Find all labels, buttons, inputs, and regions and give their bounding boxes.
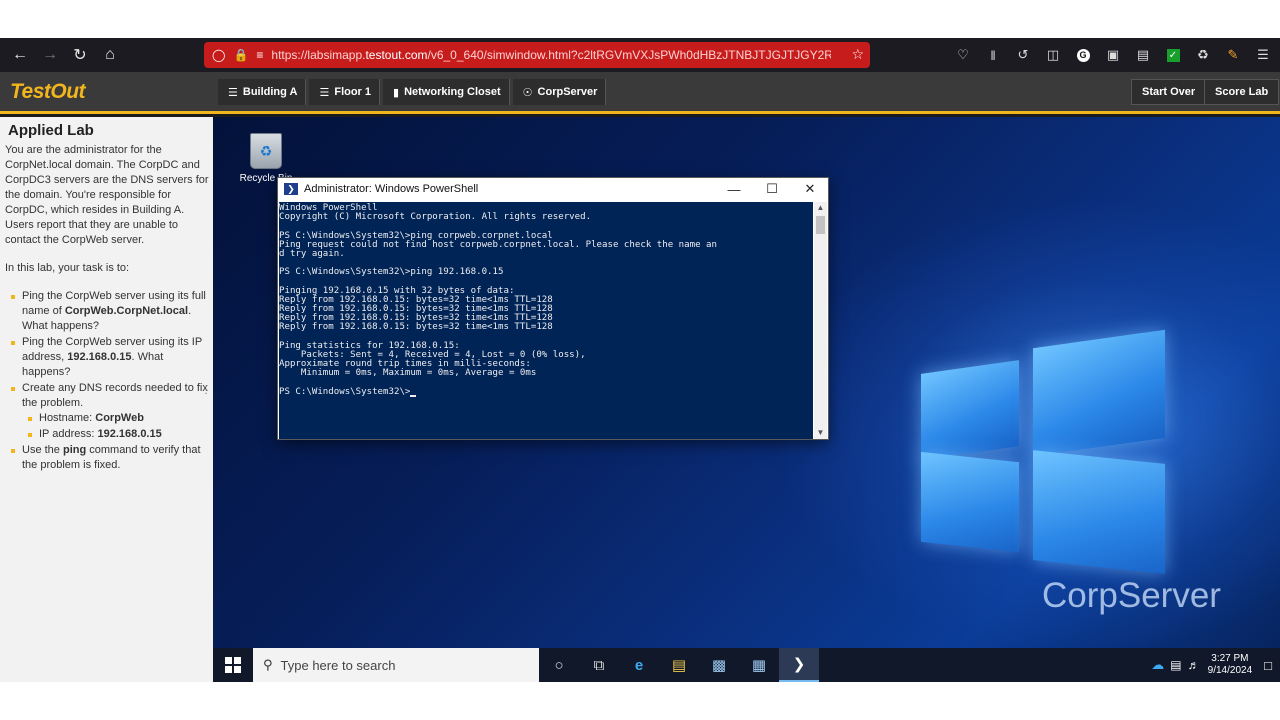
console-line: Ping request could not find host corpweb…: [279, 239, 717, 250]
lab-intro: You are the administrator for the CorpNe…: [5, 144, 209, 246]
tools-icon[interactable]: ▦: [739, 648, 779, 682]
bookmark-star-icon[interactable]: ☆: [851, 46, 864, 63]
url-bar[interactable]: ◯ 🔒 ≡ https://labsimapp.testout.com/v6_0…: [204, 42, 870, 68]
scroll-down-icon[interactable]: ▼: [814, 427, 827, 439]
task-list: Ping the CorpWeb server using its full n…: [5, 289, 209, 473]
console-line: d try again.: [279, 248, 345, 259]
breadcrumb-building-a[interactable]: ☰ Building A: [218, 79, 307, 105]
windows-desktop: CorpServer ♻ Recycle Bin ❯ Administrator…: [213, 117, 1280, 648]
clock-time: 3:27 PM: [1211, 653, 1249, 664]
start-over-button[interactable]: Start Over: [1131, 79, 1207, 105]
tracking-protection-icon[interactable]: ◯: [212, 48, 225, 62]
extensions-icon[interactable]: ♻: [1190, 42, 1216, 68]
powershell-window[interactable]: ❯ Administrator: Windows PowerShell — ☐ …: [277, 177, 829, 440]
system-tray: ☁ ▤ ♬ 3:27 PM 9/14/2024 □: [1151, 648, 1280, 682]
url-text[interactable]: https://labsimapp.testout.com/v6_0_640/s…: [271, 48, 831, 62]
minimize-button[interactable]: —: [715, 178, 753, 200]
task-item: Ping the CorpWeb server using its full n…: [5, 289, 209, 334]
volume-icon[interactable]: ♬: [1188, 658, 1200, 672]
search-icon: ⚲: [263, 657, 273, 672]
extension-g-icon[interactable]: G: [1070, 42, 1096, 68]
reload-icon[interactable]: ↻: [65, 40, 95, 70]
lab-header: TestOut ☰ Building A ☰ Floor 1 ▮ Networking…: [0, 72, 1280, 114]
panel-splitter-handle[interactable]: ⋮: [201, 386, 211, 409]
close-button[interactable]: ✕: [791, 178, 829, 200]
testout-logo: TestOut: [10, 80, 86, 103]
clock[interactable]: 3:27 PM 9/14/2024: [1208, 653, 1253, 677]
maximize-button[interactable]: ☐: [753, 178, 791, 200]
server-icon: ☉: [522, 86, 533, 99]
recycle-bin-icon: ♻: [250, 133, 282, 169]
console-line: Copyright (C) Microsoft Corporation. All…: [279, 212, 592, 223]
forward-icon[interactable]: →: [35, 40, 65, 70]
powershell-console[interactable]: Windows PowerShell Copyright (C) Microsof…: [279, 202, 813, 439]
sub-task-item: Hostname: CorpWeb: [22, 411, 209, 426]
breadcrumb-floor-1[interactable]: ☰ Floor 1: [309, 79, 381, 105]
console-scrollbar[interactable]: ▲ ▼: [814, 202, 827, 439]
powershell-icon: ❯: [284, 183, 298, 195]
breadcrumb-networking-closet[interactable]: ▮ Networking Closet: [383, 79, 510, 105]
taskbar-search[interactable]: ⚲ Type here to search: [253, 648, 539, 682]
file-explorer-icon[interactable]: ▤: [659, 648, 699, 682]
task-item: Create any DNS records needed to fix the…: [5, 381, 209, 442]
windows-taskbar: ⚲ Type here to search ○ ⧉ e ▤ ▩ ▦ ❯ ☁ ▤ …: [213, 648, 1280, 682]
wallpaper-pane: [921, 360, 1019, 460]
library-icon[interactable]: ‖: [980, 42, 1006, 68]
task-item: Ping the CorpWeb server using its IP add…: [5, 335, 209, 380]
task-intro: In this lab, your task is to:: [5, 262, 130, 274]
task-item: Use the ping command to verify that the …: [5, 443, 209, 473]
screen: ← → ↻ ⌂ ◯ 🔒 ≡ https://labsimapp.testout.…: [0, 38, 1280, 682]
extension-box-icon[interactable]: ▣: [1100, 42, 1126, 68]
console-line: Reply from 192.168.0.15: bytes=32 time<1…: [279, 322, 553, 333]
wallpaper-pane: [921, 451, 1019, 553]
sub-task-item: IP address: 192.168.0.15: [22, 427, 209, 442]
server-manager-icon[interactable]: ▩: [699, 648, 739, 682]
history-icon[interactable]: ↺: [1010, 42, 1036, 68]
cortana-icon[interactable]: ○: [539, 648, 579, 682]
console-line: PS C:\Windows\System32\>ping 192.168.0.1…: [279, 267, 504, 278]
onedrive-icon[interactable]: ☁: [1151, 657, 1164, 673]
console-line: PS C:\Windows\System32\>: [279, 387, 813, 397]
wallpaper-pane: [1033, 450, 1165, 574]
breadcrumb-corpserver[interactable]: ☉ CorpServer: [512, 79, 607, 105]
lab-title: Applied Lab: [8, 122, 94, 139]
windows-logo-icon: [225, 657, 241, 673]
layers-icon: ☰: [228, 86, 238, 99]
console-line: Minimum = 0ms, Maximum = 0ms, Average = …: [279, 368, 537, 379]
instructions-panel: Applied Lab You are the administrator fo…: [0, 117, 213, 682]
extension-bars-icon[interactable]: ▤: [1130, 42, 1156, 68]
rack-icon: ▮: [393, 86, 400, 99]
scroll-up-icon[interactable]: ▲: [814, 202, 827, 214]
text-cursor: [410, 394, 417, 397]
search-placeholder: Type here to search: [280, 657, 396, 673]
powershell-taskbar-icon[interactable]: ❯: [779, 648, 819, 682]
scrollbar-thumb[interactable]: [816, 216, 825, 234]
extension-check-icon[interactable]: ✓: [1160, 42, 1186, 68]
sub-task-list: Hostname: CorpWeb IP address: 192.168.0.…: [22, 411, 209, 442]
home-icon[interactable]: ⌂: [95, 40, 125, 70]
wallpaper-pane: [1033, 329, 1165, 457]
score-lab-button[interactable]: Score Lab: [1204, 79, 1280, 105]
lock-icon[interactable]: 🔒: [233, 48, 248, 62]
permissions-icon[interactable]: ≡: [256, 48, 263, 62]
account-icon[interactable]: ✎: [1220, 42, 1246, 68]
layers-icon: ☰: [319, 86, 330, 99]
menu-icon[interactable]: ☰: [1250, 42, 1276, 68]
start-button[interactable]: [213, 648, 253, 682]
back-icon[interactable]: ←: [5, 40, 35, 70]
server-name-watermark: CorpServer: [1042, 576, 1221, 615]
network-icon[interactable]: ▤: [1170, 658, 1181, 672]
task-view-icon[interactable]: ⧉: [579, 648, 619, 682]
notifications-icon[interactable]: □: [1264, 658, 1272, 673]
browser-extensions: ♡ ‖ ↺ ◫ G ▣ ▤ ✓ ♻ ✎ ☰: [950, 38, 1276, 72]
breadcrumb: ☰ Building A ☰ Floor 1 ▮ Networking Closet …: [218, 79, 609, 105]
pocket-icon[interactable]: ♡: [950, 42, 976, 68]
clock-date: 9/14/2024: [1207, 665, 1253, 676]
internet-explorer-icon[interactable]: e: [619, 648, 659, 682]
sidebar-icon[interactable]: ◫: [1040, 42, 1066, 68]
window-title: Administrator: Windows PowerShell: [304, 183, 479, 195]
browser-toolbar: ← → ↻ ⌂ ◯ 🔒 ≡ https://labsimapp.testout.…: [0, 38, 1280, 72]
